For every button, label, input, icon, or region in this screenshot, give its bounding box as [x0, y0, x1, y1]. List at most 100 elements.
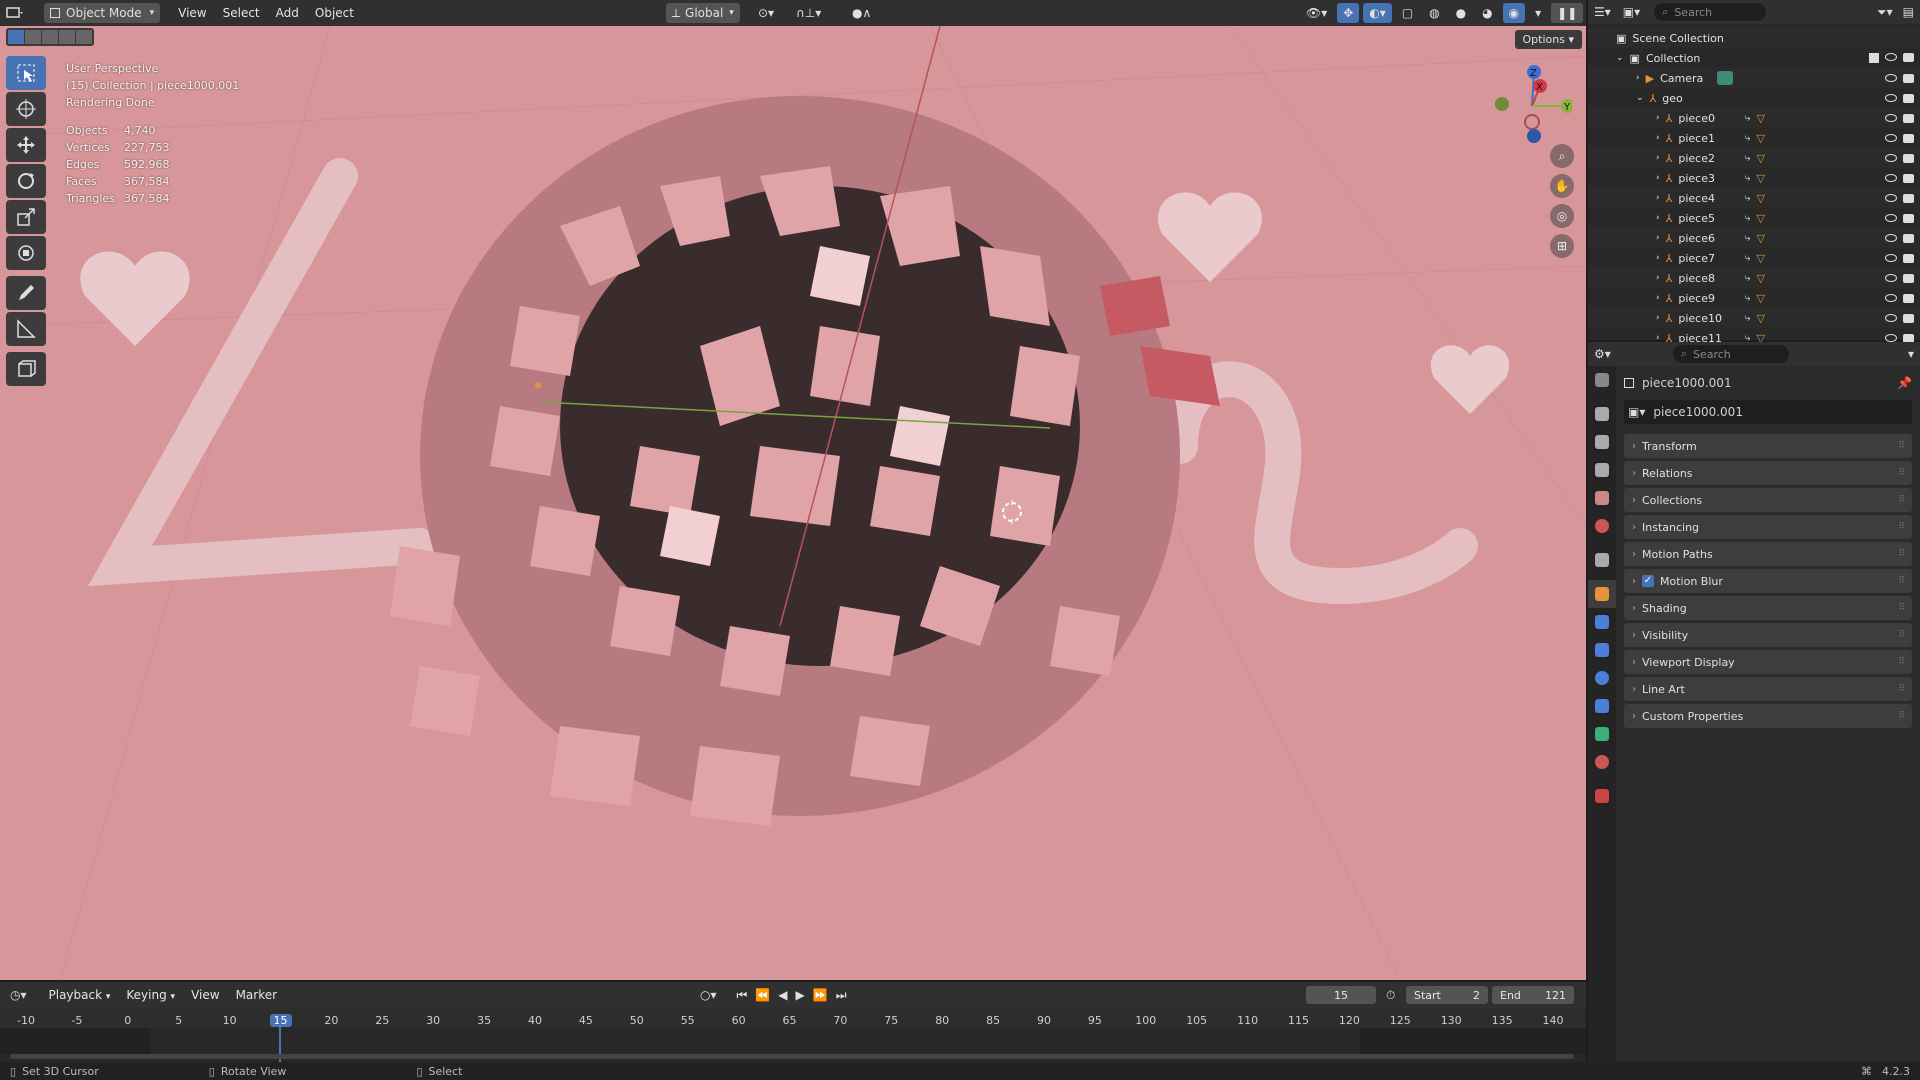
perspective-toggle-icon[interactable]: ⊞ [1550, 234, 1574, 258]
mode-dropdown[interactable]: Object Mode ▾ [44, 3, 161, 23]
annotate-tool[interactable] [6, 276, 46, 310]
chevron-down-icon[interactable]: ⌄ [1616, 53, 1624, 63]
end-frame-field[interactable]: End 121 [1492, 986, 1574, 1004]
select-intersect-icon[interactable] [76, 30, 92, 44]
eye-icon[interactable] [1885, 233, 1897, 242]
proportional-edit-button[interactable]: ●∧ [846, 3, 877, 23]
render-camera-icon[interactable] [1903, 153, 1914, 163]
render-camera-icon[interactable] [1903, 93, 1914, 103]
panel-relations[interactable]: › Relations ⠿ [1624, 461, 1912, 485]
panel-line-art[interactable]: › Line Art ⠿ [1624, 677, 1912, 701]
menu-view[interactable]: View [183, 988, 227, 1002]
drag-handle-icon[interactable]: ⠿ [1898, 630, 1906, 640]
properties-editor-icon[interactable]: ⚙▾ [1594, 347, 1611, 361]
tab-output[interactable] [1588, 428, 1616, 456]
drag-handle-icon[interactable]: ⠿ [1898, 684, 1906, 694]
outliner-row-piece[interactable]: › ⅄ piece0 ⤷ ▽ [1588, 108, 1920, 128]
chevron-down-icon[interactable]: ▾ [1908, 347, 1914, 361]
panel-visibility[interactable]: › Visibility ⠿ [1624, 623, 1912, 647]
drag-handle-icon[interactable]: ⠿ [1898, 441, 1906, 451]
shading-material[interactable]: ◕ [1476, 3, 1498, 23]
eye-icon[interactable] [1885, 333, 1897, 342]
tab-physics[interactable] [1588, 664, 1616, 692]
chevron-down-icon[interactable]: ⌄ [1636, 93, 1644, 103]
overlay-toggle[interactable]: ◐▾ [1363, 3, 1392, 23]
timeline-area[interactable]: -10 -5 0 5 10 15 20 25 30 35 40 45 50 55 60 65 70 75 80 85 9… [0, 1008, 1586, 1062]
new-collection-icon[interactable]: ▤ [1903, 5, 1914, 19]
render-camera-icon[interactable] [1903, 173, 1914, 183]
select-invert-icon[interactable] [59, 30, 75, 44]
eye-icon[interactable] [1885, 313, 1897, 322]
eye-icon[interactable] [1885, 113, 1897, 122]
chevron-right-icon[interactable]: › [1656, 113, 1660, 123]
play-icon[interactable]: ▶ [796, 988, 805, 1002]
jump-start-icon[interactable]: ⏮ [737, 988, 748, 1003]
editor-type-button[interactable] [0, 3, 40, 23]
outliner-row-geo[interactable]: ⌄ ⅄ geo [1588, 88, 1920, 108]
shading-options-chevron[interactable]: ▾ [1529, 3, 1547, 23]
start-frame-field[interactable]: Start 2 [1406, 986, 1488, 1004]
panel-motion-blur[interactable]: › ✓ Motion Blur ⠿ [1624, 569, 1912, 593]
chevron-right-icon[interactable]: › [1656, 313, 1660, 323]
eye-icon[interactable] [1885, 93, 1897, 102]
panel-instancing[interactable]: › Instancing ⠿ [1624, 515, 1912, 539]
select-extend-icon[interactable] [25, 30, 41, 44]
eye-icon[interactable] [1885, 73, 1897, 82]
render-camera-icon[interactable] [1903, 53, 1914, 62]
select-new-icon[interactable] [8, 30, 24, 44]
zoom-icon[interactable]: ⌕ [1550, 144, 1574, 168]
tab-render[interactable] [1588, 400, 1616, 428]
render-camera-icon[interactable] [1903, 193, 1914, 203]
tab-constraints[interactable] [1588, 692, 1616, 720]
tab-scene[interactable] [1588, 484, 1616, 512]
xray-toggle[interactable]: ▢ [1396, 3, 1419, 23]
options-button[interactable]: Options ▾ [1514, 30, 1582, 49]
outliner-search-input[interactable]: ⌕ Search [1654, 3, 1767, 21]
drag-handle-icon[interactable]: ⠿ [1898, 549, 1906, 559]
outliner-row-collection[interactable]: ⌄ ▣ Collection [1588, 48, 1920, 68]
play-reverse-icon[interactable]: ◀ [778, 988, 787, 1002]
eye-icon[interactable] [1885, 153, 1897, 162]
chevron-right-icon[interactable]: › [1656, 173, 1660, 183]
orientation-dropdown[interactable]: ⟂ Global ▾ [666, 3, 740, 23]
render-camera-icon[interactable] [1903, 313, 1914, 323]
drag-handle-icon[interactable]: ⠿ [1898, 603, 1906, 613]
tab-world[interactable] [1588, 512, 1616, 540]
menu-select[interactable]: Select [215, 6, 268, 20]
visibility-button[interactable]: 👁▾ [1300, 3, 1333, 23]
current-frame-field[interactable]: 15 [1306, 986, 1376, 1004]
tab-material[interactable] [1588, 748, 1616, 776]
drag-handle-icon[interactable]: ⠿ [1898, 468, 1906, 478]
tab-modifiers[interactable] [1588, 608, 1616, 636]
tab-texture[interactable] [1588, 782, 1616, 810]
menu-marker[interactable]: Marker [228, 988, 285, 1002]
transform-tool[interactable] [6, 236, 46, 270]
outliner-row-piece[interactable]: › ⅄ piece9 ⤷ ▽ [1588, 288, 1920, 308]
drag-handle-icon[interactable]: ⠿ [1898, 495, 1906, 505]
menu-view[interactable]: View [170, 6, 214, 20]
tab-object[interactable] [1588, 580, 1616, 608]
outliner-row-camera[interactable]: › ▶ Camera [1588, 68, 1920, 88]
tab-data[interactable] [1588, 720, 1616, 748]
select-box-tool[interactable] [6, 56, 46, 90]
drag-handle-icon[interactable]: ⠿ [1898, 657, 1906, 667]
render-camera-icon[interactable] [1903, 233, 1914, 243]
filter-icon[interactable]: ⏷▾ [1877, 5, 1893, 20]
outliner-row-piece[interactable]: › ⅄ piece3 ⤷ ▽ [1588, 168, 1920, 188]
outliner-row-scene-collection[interactable]: ▣ Scene Collection [1588, 28, 1920, 48]
eye-icon[interactable] [1885, 213, 1897, 222]
object-browse-icon[interactable]: ▣▾ [1628, 405, 1645, 419]
outliner-row-piece[interactable]: › ⅄ piece6 ⤷ ▽ [1588, 228, 1920, 248]
menu-playback[interactable]: Playback ▾ [41, 988, 119, 1002]
outliner-row-piece[interactable]: › ⅄ piece2 ⤷ ▽ [1588, 148, 1920, 168]
eye-icon[interactable] [1885, 173, 1897, 182]
3d-viewport[interactable]: User Perspective (15) Collection | piece… [0, 26, 1586, 980]
panel-motion-paths[interactable]: › Motion Paths ⠿ [1624, 542, 1912, 566]
tab-particles[interactable] [1588, 636, 1616, 664]
pause-render-button[interactable]: ❚❚ [1551, 3, 1584, 23]
timeline-editor-icon[interactable]: ◷▾ [10, 988, 27, 1002]
eye-icon[interactable] [1885, 293, 1897, 302]
outliner-editor-icon[interactable]: ☰▾ [1594, 5, 1611, 19]
properties-search-input[interactable]: ⌕ Search [1672, 345, 1789, 363]
object-name-field[interactable]: ▣▾ piece1000.001 [1624, 400, 1912, 424]
